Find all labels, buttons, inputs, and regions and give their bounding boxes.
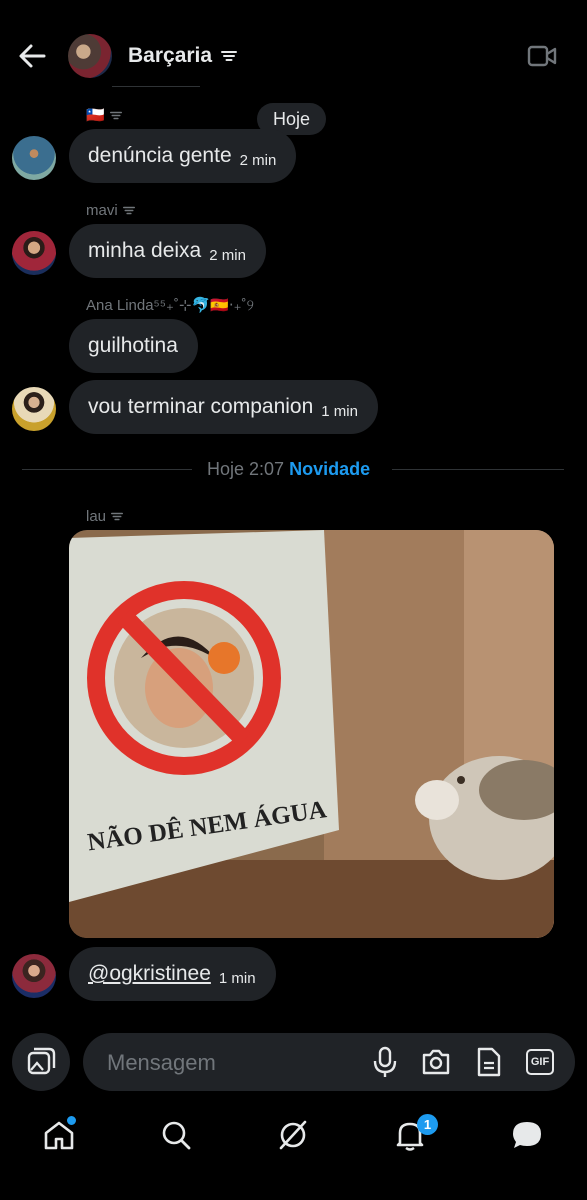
broadcast-icon [221, 51, 237, 61]
avatar[interactable] [12, 136, 56, 180]
notification-badge: 1 [417, 1114, 438, 1135]
message-text: minha deixa [88, 239, 202, 262]
header-divider [112, 86, 200, 87]
avatar[interactable] [12, 954, 56, 998]
message-bubble[interactable]: @ogkristinee 1 min [69, 947, 276, 1001]
messages-icon[interactable] [510, 1118, 544, 1152]
microphone-icon[interactable] [370, 1045, 400, 1079]
meme-image: NÃO DÊ NEM ÁGUA [69, 530, 554, 938]
sender-name: 🇨🇱 [86, 106, 122, 124]
document-icon[interactable] [474, 1045, 504, 1079]
media-button[interactable] [12, 1033, 70, 1091]
sender-name: mavi [86, 202, 135, 219]
message-time: 2 min [209, 246, 246, 264]
camera-icon[interactable] [421, 1045, 451, 1079]
avatar[interactable] [12, 231, 56, 275]
gif-button[interactable]: GIF [526, 1049, 554, 1075]
message-input[interactable] [105, 1047, 359, 1079]
message-bubble[interactable]: guilhotina [69, 319, 198, 373]
message-time: 1 min [218, 969, 256, 987]
message-text: denúncia gente [88, 144, 232, 167]
broadcast-icon [109, 111, 122, 119]
mention-link[interactable]: @ogkristinee [88, 962, 211, 986]
video-call-icon[interactable] [527, 45, 557, 67]
broadcast-icon [111, 512, 124, 521]
message-time: 1 min [321, 402, 358, 420]
arrow-left-icon[interactable] [14, 40, 50, 72]
message-bubble[interactable]: denúncia gente 2 min [69, 129, 297, 183]
sender-name: Ana Linda⁵⁵₊˚⊹🐬🇪🇸‧₊˚୨ [86, 297, 254, 314]
grok-icon[interactable] [276, 1118, 310, 1152]
broadcast-icon [122, 206, 135, 215]
sender-name: lau [86, 508, 124, 525]
message-time: 2 min [239, 151, 277, 169]
conversation-header: Barçaria [0, 0, 587, 100]
search-icon[interactable] [159, 1118, 193, 1152]
message-bubble[interactable]: vou terminar companion 1 min [69, 380, 378, 434]
new-messages-divider: Hoje 2:07 Novidade [207, 459, 371, 479]
avatar[interactable] [12, 387, 56, 431]
gallery-icon [27, 1047, 56, 1075]
divider-line-right [392, 469, 564, 470]
image-attachment[interactable]: NÃO DÊ NEM ÁGUA [69, 530, 554, 938]
message-text: guilhotina [88, 334, 178, 357]
divider-line-left [22, 469, 192, 470]
home-notification-dot [66, 1115, 77, 1126]
group-avatar[interactable] [68, 34, 112, 78]
message-bubble[interactable]: minha deixa 2 min [69, 224, 266, 278]
conversation-title[interactable]: Barçaria [128, 44, 212, 68]
message-text: vou terminar companion [88, 395, 314, 418]
dm-conversation-screen: Barçaria 🇨🇱 Hoje denúncia gente 2 min ma… [0, 0, 587, 1200]
